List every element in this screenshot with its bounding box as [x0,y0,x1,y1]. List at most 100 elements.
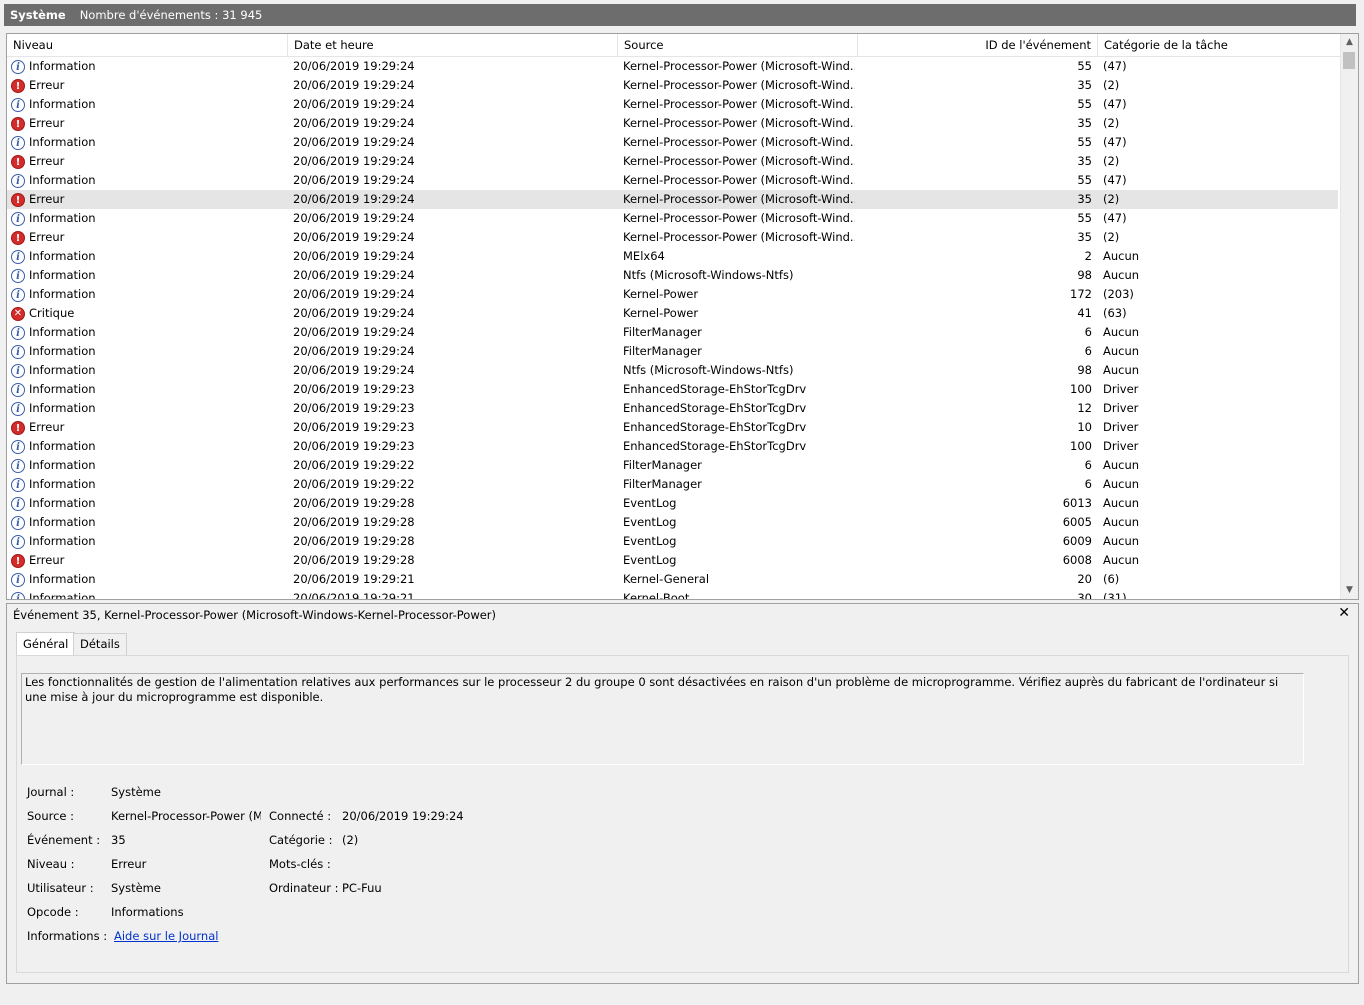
event-row[interactable]: i Information 20/06/2019 19:29:22 FilterMan… [7,475,1338,494]
event-row[interactable]: ! Erreur 20/06/2019 19:29:24 Kernel-Process… [7,152,1338,171]
event-category: (47) [1103,211,1127,225]
event-row[interactable]: i Information 20/06/2019 19:29:21 Kernel-Ge… [7,570,1338,589]
event-row[interactable]: i Information 20/06/2019 19:29:28 EventLog 6… [7,532,1338,551]
column-header-task-category[interactable]: Catégorie de la tâche [1098,34,1341,56]
error-icon: ! [11,553,25,568]
event-level-cell: i Information [11,57,281,76]
event-level-cell: i Information [11,247,281,266]
event-category: (2) [1103,230,1120,244]
event-list[interactable]: Niveau Date et heure Source ID de l'évén… [6,33,1359,600]
event-id: 6005 [1062,515,1092,529]
event-level: Information [29,477,96,491]
tab-details[interactable]: Détails [73,633,127,655]
event-row[interactable]: i Information 20/06/2019 19:29:28 EventLog 6… [7,513,1338,532]
event-source: EnhancedStorage-EhStorTcgDrv [623,420,807,434]
event-id: 98 [1077,268,1092,282]
event-row[interactable]: i Information 20/06/2019 19:29:24 FilterMan… [7,342,1338,361]
event-category: Aucun [1103,363,1140,377]
event-row[interactable]: ✕ Critique 20/06/2019 19:29:24 Kernel-Power… [7,304,1338,323]
event-row[interactable]: i Information 20/06/2019 19:29:23 EnhancedS… [7,437,1338,456]
column-header-date[interactable]: Date et heure [288,34,618,56]
event-row[interactable]: i Information 20/06/2019 19:29:24 Kernel-Pr… [7,171,1338,190]
event-category: Driver [1103,382,1139,396]
event-level-cell: i Information [11,456,281,475]
event-source: EnhancedStorage-EhStorTcgDrv [623,401,807,415]
evenement-label: Événement : [27,833,101,847]
event-row[interactable]: i Information 20/06/2019 19:29:23 EnhancedS… [7,380,1338,399]
event-id: 6 [1084,325,1092,339]
column-header-source[interactable]: Source [618,34,858,56]
event-source: EventLog [623,534,677,548]
event-row[interactable]: ! Erreur 20/06/2019 19:29:23 EnhancedStorag… [7,418,1338,437]
event-category: Aucun [1103,325,1140,339]
info-icon: i [11,287,25,302]
event-row[interactable]: ! Erreur 20/06/2019 19:29:24 Kernel-Process… [7,76,1338,95]
close-icon[interactable]: ✕ [1338,605,1350,621]
event-description[interactable]: Les fonctionnalités de gestion de l'alim… [21,673,1304,765]
column-header-level[interactable]: Niveau [7,34,288,56]
event-row[interactable]: i Information 20/06/2019 19:29:24 Kernel-Pr… [7,57,1338,76]
event-id: 35 [1077,78,1092,92]
event-category: Aucun [1103,458,1140,472]
error-icon: ! [11,192,25,207]
event-category: (47) [1103,135,1127,149]
event-row[interactable]: i Information 20/06/2019 19:29:24 MElx64 2 Au… [7,247,1338,266]
scrollbar-thumb[interactable] [1343,52,1355,69]
info-icon: i [11,363,25,378]
tab-general[interactable]: Général [16,632,76,655]
event-level: Information [29,211,96,225]
event-date: 20/06/2019 19:29:24 [293,287,415,301]
event-level: Information [29,496,96,510]
ordinateur-label: Ordinateur : [269,881,339,895]
event-row[interactable]: ! Erreur 20/06/2019 19:29:24 Kernel-Process… [7,190,1338,209]
event-row[interactable]: i Information 20/06/2019 19:29:24 Ntfs (Mic… [7,361,1338,380]
event-level: Information [29,287,96,301]
event-source: FilterManager [623,325,702,339]
event-level: Information [29,363,96,377]
event-date: 20/06/2019 19:29:23 [293,439,415,453]
event-row[interactable]: i Information 20/06/2019 19:29:21 Kernel-Bo… [7,589,1338,599]
event-source: Kernel-Processor-Power (Microsoft-Wind..… [623,59,855,73]
event-id: 55 [1077,211,1092,225]
event-level: Erreur [29,230,65,244]
categorie-value: (2) [342,833,359,847]
event-row[interactable]: i Information 20/06/2019 19:29:23 EnhancedS… [7,399,1338,418]
event-source: Kernel-Processor-Power (Microsoft-Wind..… [623,154,855,168]
scroll-down-icon[interactable]: ▼ [1341,582,1358,599]
event-source: MElx64 [623,249,665,263]
event-level-cell: i Information [11,475,281,494]
event-count: Nombre d'événements : 31 945 [79,8,263,22]
event-source: Kernel-General [623,572,710,586]
event-id: 6 [1084,458,1092,472]
event-row[interactable]: ! Erreur 20/06/2019 19:29:24 Kernel-Process… [7,228,1338,247]
event-row[interactable]: i Information 20/06/2019 19:29:24 Kernel-Po… [7,285,1338,304]
event-level-cell: i Information [11,437,281,456]
error-icon: ! [11,78,25,93]
event-id: 55 [1077,173,1092,187]
event-row[interactable]: i Information 20/06/2019 19:29:24 Ntfs (Mic… [7,266,1338,285]
event-row[interactable]: i Information 20/06/2019 19:29:24 Kernel-Pr… [7,95,1338,114]
scroll-up-icon[interactable]: ▲ [1341,34,1358,51]
event-row[interactable]: i Information 20/06/2019 19:29:24 Kernel-Pr… [7,209,1338,228]
event-level-cell: i Information [11,570,281,589]
event-row[interactable]: i Information 20/06/2019 19:29:22 FilterMan… [7,456,1338,475]
column-header-event-id[interactable]: ID de l'événement [858,34,1098,56]
event-row[interactable]: i Information 20/06/2019 19:29:24 FilterMan… [7,323,1338,342]
event-source: Kernel-Processor-Power (Microsoft-Wind..… [623,135,855,149]
event-date: 20/06/2019 19:29:24 [293,97,415,111]
event-row[interactable]: ! Erreur 20/06/2019 19:29:24 Kernel-Process… [7,114,1338,133]
event-level: Information [29,97,96,111]
event-date: 20/06/2019 19:29:24 [293,325,415,339]
event-row[interactable]: i Information 20/06/2019 19:29:28 EventLog 6… [7,494,1338,513]
event-row[interactable]: ! Erreur 20/06/2019 19:29:28 EventLog 6008 Au… [7,551,1338,570]
vertical-scrollbar[interactable]: ▲ ▼ [1340,34,1358,599]
event-id: 12 [1077,401,1092,415]
event-level-cell: i Information [11,380,281,399]
event-level: Erreur [29,154,65,168]
journal-value: Système [111,785,161,799]
event-level: Erreur [29,192,65,206]
event-row[interactable]: i Information 20/06/2019 19:29:24 Kernel-Pr… [7,133,1338,152]
event-level-cell: i Information [11,209,281,228]
event-id: 2 [1084,249,1092,263]
journal-help-link[interactable]: Aide sur le Journal [114,929,218,943]
